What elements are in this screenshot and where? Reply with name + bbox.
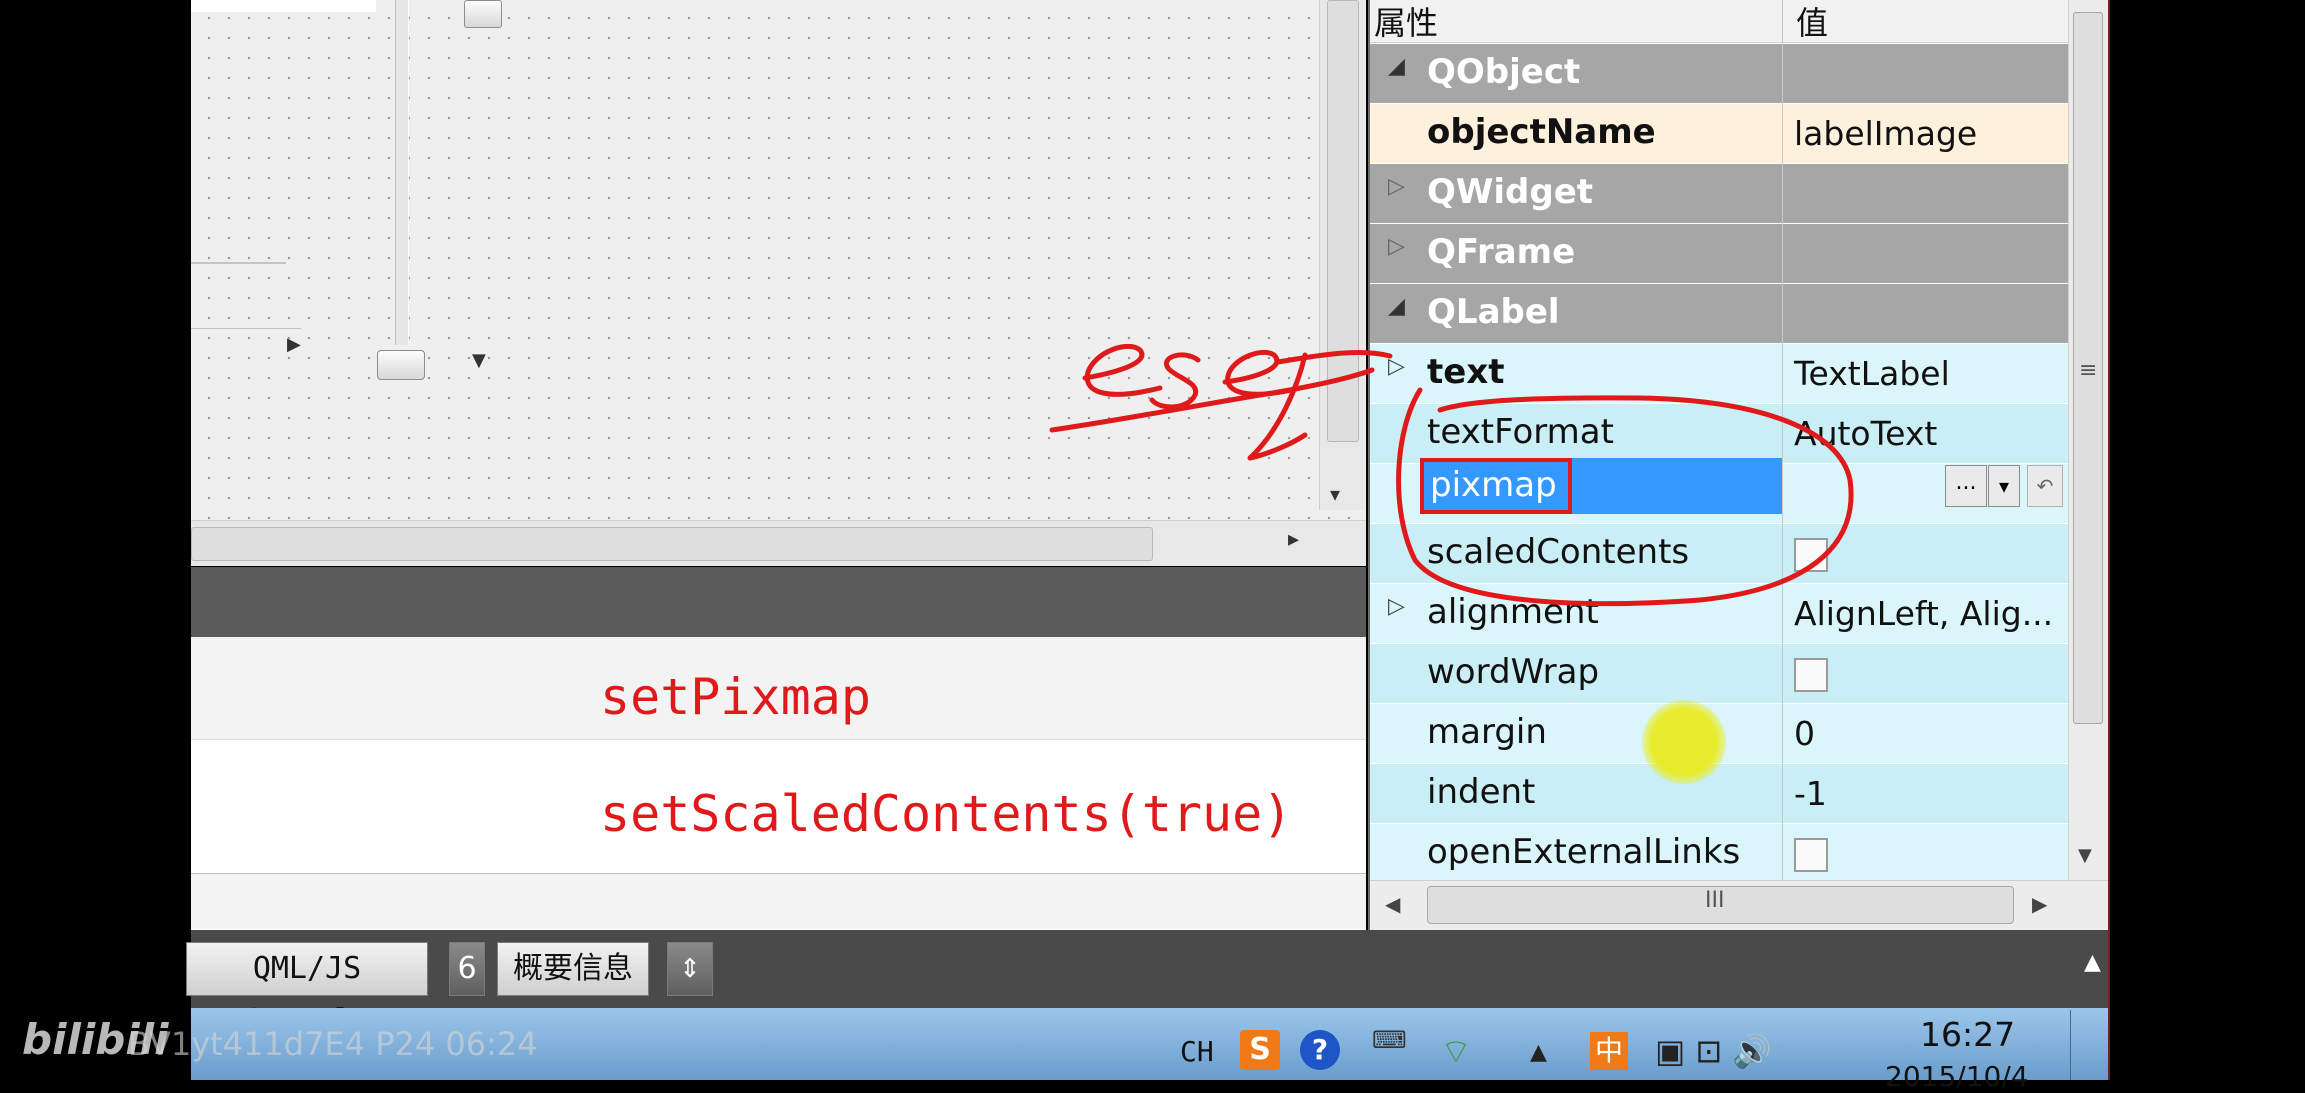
clock-time[interactable]: 16:27 bbox=[1920, 1015, 2015, 1054]
tray-icons[interactable]: ▣ ⊡ 🔊 bbox=[1655, 1032, 1772, 1070]
input-language-indicator[interactable]: CH bbox=[1180, 1035, 1214, 1068]
sogou-ime-icon[interactable]: S bbox=[1240, 1030, 1280, 1070]
cursor-highlight bbox=[1642, 700, 1726, 784]
collapse-up-icon[interactable]: ▲ bbox=[2084, 950, 2101, 975]
handwritten-annotation bbox=[1049, 343, 1854, 607]
tab-summary[interactable]: 概要信息 bbox=[497, 942, 649, 996]
wifi-icon[interactable]: ⌔ bbox=[1440, 1030, 1472, 1073]
help-icon[interactable]: ? bbox=[1300, 1030, 1340, 1070]
tab-qml-js-console[interactable]: QML/JS Console bbox=[186, 942, 428, 1038]
video-id-watermark: BV1yt411d7E4 P24 06:24 bbox=[128, 1025, 538, 1063]
keyboard-icon[interactable]: ⌨ bbox=[1372, 1026, 1407, 1054]
taskbar-separator bbox=[2070, 1010, 2071, 1080]
tab-number[interactable]: 6 bbox=[449, 942, 485, 996]
show-hidden-icons-icon[interactable]: ▲ bbox=[1530, 1040, 1547, 1065]
tab-updown-button[interactable]: ⇕ bbox=[667, 942, 713, 996]
window-edge bbox=[2108, 0, 2110, 1080]
clock-date[interactable]: 2015/10/4 bbox=[1885, 1060, 2029, 1093]
chinese-input-icon[interactable]: 中 bbox=[1590, 1032, 1628, 1070]
